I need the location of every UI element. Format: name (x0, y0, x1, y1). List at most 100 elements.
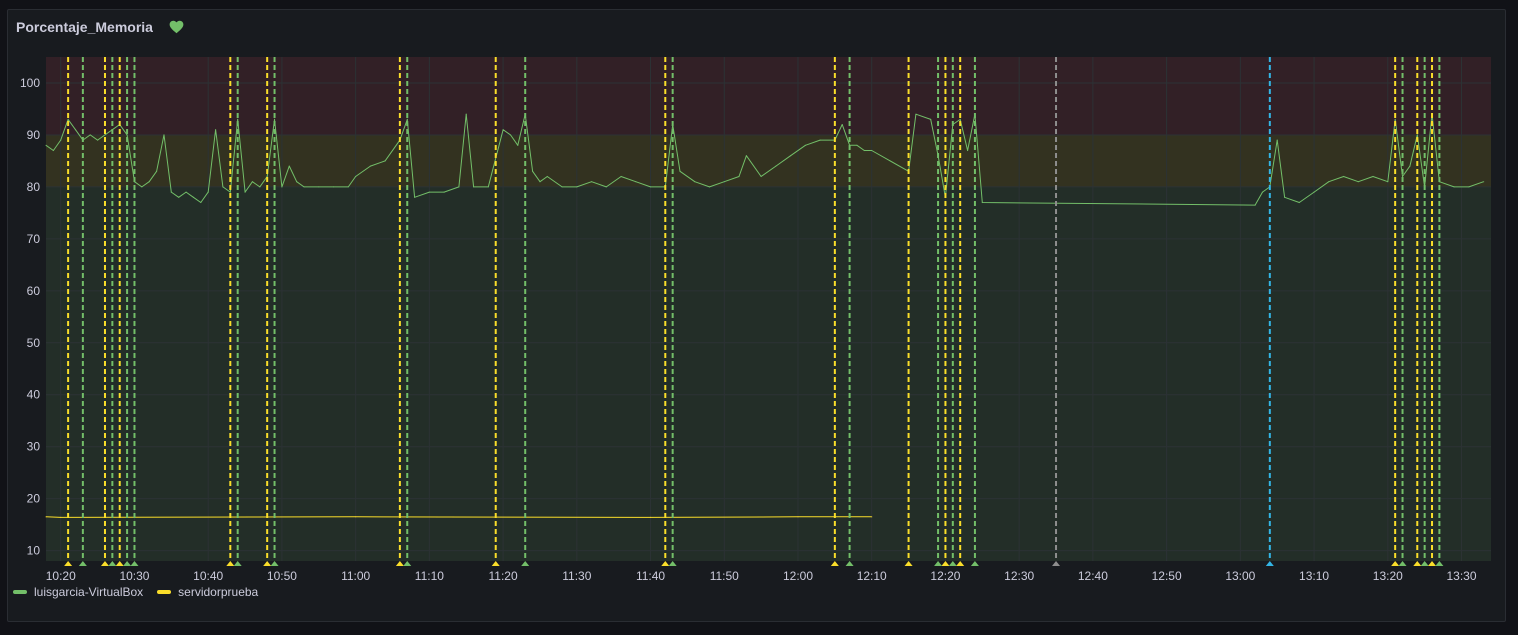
x-tick-label: 10:30 (119, 569, 149, 583)
data-point-0 (1468, 186, 1470, 188)
data-point-0 (738, 175, 740, 178)
data-point-0 (1261, 191, 1264, 193)
data-point-0 (760, 175, 762, 178)
data-point-0 (775, 165, 777, 167)
data-point-1 (45, 516, 47, 518)
data-point-0 (620, 175, 622, 178)
data-point-0 (148, 181, 150, 183)
annotation-marker (226, 561, 235, 566)
data-point-0 (296, 181, 298, 183)
series-line-1 (45, 516, 872, 518)
data-point-0 (539, 181, 541, 183)
data-point-0 (804, 144, 806, 146)
data-point-0 (708, 186, 711, 188)
data-point-0 (170, 191, 172, 193)
data-point-0 (841, 123, 843, 126)
x-tick-label: 13:20 (1373, 569, 1403, 583)
data-point-0 (178, 196, 180, 198)
legend-item-servidorprueba[interactable]: servidorprueba (157, 585, 258, 599)
data-point-1 (871, 516, 873, 518)
annotation-marker (233, 561, 242, 566)
data-point-0 (97, 139, 99, 141)
data-point-1 (355, 516, 357, 518)
data-point-0 (458, 186, 460, 188)
data-point-0 (126, 134, 128, 136)
data-point-0 (347, 186, 349, 188)
x-tick-label: 12:20 (930, 569, 960, 583)
data-point-0 (576, 186, 578, 188)
y-tick-label: 30 (27, 440, 41, 454)
data-point-0 (546, 175, 548, 178)
annotation-marker (263, 561, 272, 566)
data-point-0 (473, 186, 475, 188)
data-point-0 (1394, 118, 1396, 120)
x-tick-label: 12:50 (1152, 569, 1182, 583)
data-point-0 (561, 186, 563, 188)
data-point-0 (104, 134, 106, 136)
data-point-0 (915, 113, 917, 115)
data-point-0 (605, 186, 607, 188)
legend-label-servidorprueba: servidorprueba (178, 585, 259, 599)
y-tick-label: 60 (27, 284, 41, 298)
data-point-0 (723, 181, 725, 183)
legend-label-luisgarcia: luisgarcia-VirtualBox (34, 585, 144, 599)
annotation-marker (1420, 561, 1429, 566)
y-tick-label: 50 (27, 336, 41, 350)
x-tick-label: 12:40 (1078, 569, 1108, 583)
data-point-0 (1372, 175, 1374, 178)
data-point-0 (288, 165, 290, 167)
data-point-0 (214, 129, 217, 131)
data-point-0 (251, 181, 254, 183)
data-point-0 (222, 186, 224, 188)
x-tick-label: 10:50 (267, 569, 297, 583)
annotation-marker (948, 561, 957, 566)
data-point-0 (384, 160, 386, 162)
x-tick-label: 10:20 (46, 569, 76, 583)
x-tick-label: 11:50 (710, 569, 739, 583)
data-point-0 (694, 181, 696, 183)
data-point-0 (966, 149, 969, 152)
data-point-0 (863, 149, 865, 152)
annotation-marker (78, 561, 87, 566)
memory-chart[interactable]: 10 20 30 40 50 60 70 80 90 100 10:20 10:30 10:40 10:5… (0, 0, 1518, 635)
annotation-marker (100, 561, 109, 566)
x-tick-label: 12:10 (857, 569, 887, 583)
data-point-0 (531, 170, 534, 172)
data-point-0 (1328, 181, 1330, 183)
x-tick-label: 13:10 (1299, 569, 1329, 583)
annotation-marker (123, 561, 132, 566)
x-tick-label: 11:00 (341, 569, 370, 583)
data-point-0 (355, 175, 357, 178)
data-point-0 (517, 144, 519, 146)
data-point-0 (45, 144, 47, 146)
annotation-marker (956, 561, 965, 566)
data-point-0 (1283, 196, 1286, 198)
data-point-0 (259, 186, 261, 188)
annotation-marker (1428, 561, 1437, 566)
data-point-0 (790, 155, 792, 157)
data-point-0 (959, 118, 961, 120)
data-point-0 (60, 139, 62, 141)
data-point-0 (465, 113, 467, 115)
annotation-marker (1265, 561, 1274, 566)
data-point-0 (318, 186, 320, 188)
data-point-0 (502, 129, 504, 131)
data-point-0 (200, 201, 202, 204)
annotation-marker (115, 561, 124, 566)
y-tick-label: 40 (27, 388, 41, 402)
annotation-marker (1435, 561, 1444, 566)
data-point-1 (797, 516, 799, 518)
y-tick-label: 80 (27, 180, 41, 194)
x-tick-label: 12:00 (783, 569, 813, 583)
data-point-0 (52, 149, 54, 152)
data-point-0 (414, 196, 416, 198)
data-point-0 (679, 170, 681, 172)
legend-swatch-luisgarcia (13, 590, 27, 594)
x-tick-label: 10:40 (193, 569, 223, 583)
x-tick-label: 11:10 (415, 569, 444, 583)
annotation-marker (668, 561, 677, 566)
y-tick-label: 100 (20, 76, 40, 90)
legend-item-luisgarcia[interactable]: luisgarcia-VirtualBox (13, 585, 143, 599)
threshold-band-2 (46, 57, 1491, 135)
data-point-0 (1387, 181, 1389, 183)
